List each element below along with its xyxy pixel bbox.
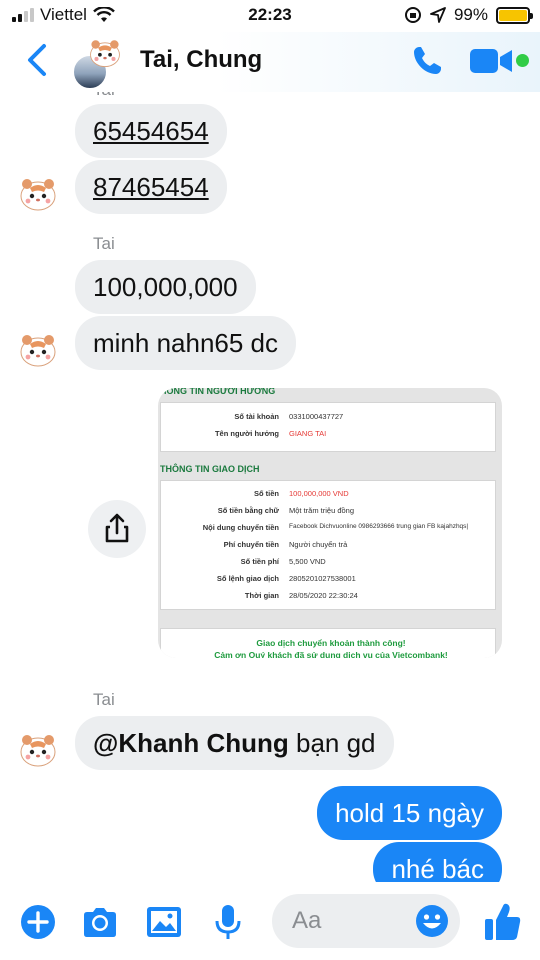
field-label: Số tiền phí — [240, 557, 279, 566]
field-value: Người chuyển trả — [289, 540, 348, 549]
sender-name: Tai — [93, 234, 115, 253]
field-value: 28/05/2020 22:30:24 — [289, 591, 358, 600]
gallery-icon[interactable] — [144, 902, 184, 942]
back-chevron-icon[interactable] — [22, 40, 54, 80]
field-label: Phí chuyển tiền — [223, 540, 279, 549]
field-label: Thời gian — [244, 591, 279, 600]
hamster-avatar[interactable] — [18, 730, 58, 770]
field-value: 5,500 VND — [289, 557, 326, 566]
sender-name: Tai — [93, 92, 115, 100]
camera-icon[interactable] — [80, 902, 120, 942]
message-bubble[interactable]: @Khanh Chung bạn gd — [75, 716, 394, 770]
message-text: bạn gd — [288, 728, 376, 758]
transaction-panel: Số tiền 100,000,000 VND Số tiền bằng chữ… — [160, 480, 496, 610]
message-text[interactable]: 65454654 — [93, 116, 209, 146]
battery-icon — [496, 6, 533, 24]
outgoing-message-bubble[interactable]: hold 15 ngày — [317, 786, 502, 840]
message-text: 100,000,000 — [93, 272, 238, 302]
field-value: 0331000437727 — [289, 412, 344, 421]
hamster-avatar — [90, 40, 120, 68]
hamster-avatar[interactable] — [18, 330, 58, 370]
message-text[interactable]: 87465454 — [93, 172, 209, 202]
field-label: Số lệnh giao dịch — [216, 574, 279, 583]
message-input[interactable]: Aa — [272, 894, 460, 948]
online-status-dot — [516, 54, 529, 67]
message-bubble[interactable]: 100,000,000 — [75, 260, 256, 314]
share-icon — [105, 513, 129, 543]
orientation-lock-icon — [404, 7, 421, 23]
conversation-title[interactable]: Tai, Chung — [140, 46, 262, 74]
field-value: 2805201027538001 — [289, 574, 356, 583]
battery-percent: 99% — [453, 5, 488, 24]
image-attachment[interactable]: HÔNG TIN NGƯỜI HƯỞNG Số tài khoản 033100… — [158, 388, 502, 658]
message-text: nhé bác — [391, 854, 484, 882]
outgoing-message-bubble[interactable]: nhé bác — [373, 842, 502, 882]
field-value: GIANG TAI — [289, 429, 327, 438]
mic-icon[interactable] — [208, 902, 248, 942]
field-label: Tên người hưởng — [214, 429, 279, 438]
input-placeholder: Aa — [292, 907, 322, 934]
video-icon[interactable] — [470, 46, 514, 76]
field-value: Facebook Dichvuonline 0986293666 trung g… — [289, 523, 469, 530]
beneficiary-panel: Số tài khoản 0331000437727 Tên người hưở… — [160, 402, 496, 452]
field-label: Nội dung chuyển tiền — [202, 523, 279, 532]
location-icon — [430, 7, 446, 23]
success-text: Cảm ơn Quý khách đã sử dụng dịch vụ của … — [214, 650, 448, 658]
field-value: Một trăm triệu đồng — [289, 506, 355, 515]
field-label: Số tiền — [253, 489, 279, 498]
conversation-header: Tai, Chung — [0, 32, 540, 92]
status-bar: Viettel 22:23 99% — [0, 0, 540, 32]
message-text: hold 15 ngày — [335, 798, 484, 828]
message-bubble[interactable]: minh nahn65 dc — [75, 316, 297, 370]
emoji-icon[interactable] — [415, 904, 449, 938]
success-text: Giao dịch chuyển khoản thành công! — [256, 638, 406, 648]
message-text: minh nahn65 dc — [93, 328, 279, 358]
share-button[interactable] — [88, 500, 146, 558]
section-title: THÔNG TIN GIAO DỊCH — [160, 464, 260, 474]
sender-name: Tai — [93, 690, 115, 709]
message-bubble[interactable]: 87465454 — [75, 160, 227, 214]
message-composer: Aa — [0, 882, 540, 960]
message-bubble[interactable]: 65454654 — [75, 104, 227, 158]
field-label: Số tiền bằng chữ — [217, 506, 279, 515]
hamster-avatar[interactable] — [18, 174, 58, 214]
success-panel: Giao dịch chuyển khoản thành công! Cảm ơ… — [160, 628, 496, 658]
field-label: Số tài khoản — [234, 412, 279, 421]
field-value: 100,000,000 VND — [289, 489, 349, 498]
phone-icon[interactable] — [410, 44, 444, 78]
like-icon[interactable] — [484, 902, 522, 942]
plus-icon[interactable] — [18, 902, 58, 942]
section-title: HÔNG TIN NGƯỜI HƯỞNG — [160, 388, 276, 396]
message-thread[interactable]: Tai 65454654 87465454 Tai 100,000,000 mi… — [0, 92, 540, 882]
group-avatar[interactable] — [70, 36, 130, 90]
mention-link[interactable]: @Khanh Chung — [93, 728, 289, 758]
